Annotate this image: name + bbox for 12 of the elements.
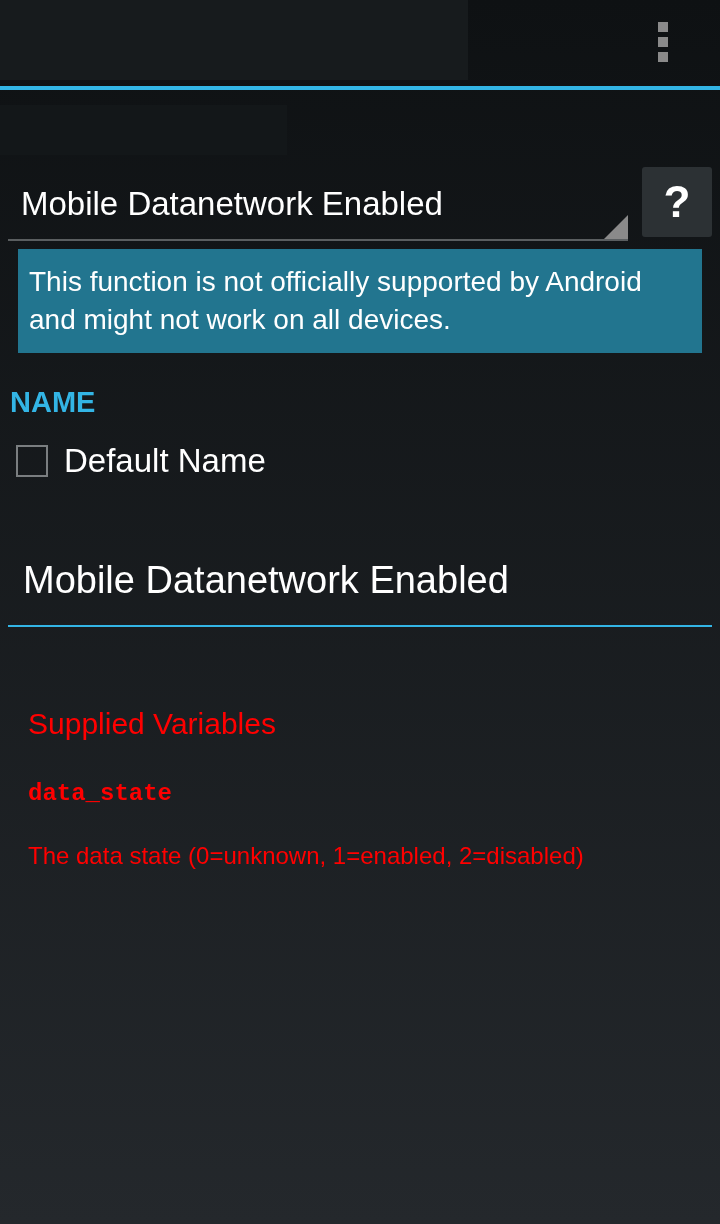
variable-name: data_state — [28, 778, 174, 809]
name-field[interactable]: Mobile Datanetwork Enabled — [8, 551, 712, 627]
help-button[interactable]: ? — [642, 167, 712, 237]
checkbox[interactable] — [16, 444, 48, 477]
notice-text: This function is not officially supported by Android and might not work on all devices. — [18, 248, 702, 353]
action-spinner[interactable]: Mobile Datanetwork Enabled — [8, 161, 628, 241]
spinner-corner-icon — [604, 214, 628, 239]
checkbox-label: Default Name — [64, 441, 266, 481]
variables-heading: Supplied Variables — [28, 705, 277, 742]
overflow-menu-icon[interactable] — [658, 22, 670, 62]
section-heading: NAME — [10, 384, 97, 420]
variable-description: The data state (0=unknown, 1=enabled, 2=disabled) — [28, 840, 585, 871]
